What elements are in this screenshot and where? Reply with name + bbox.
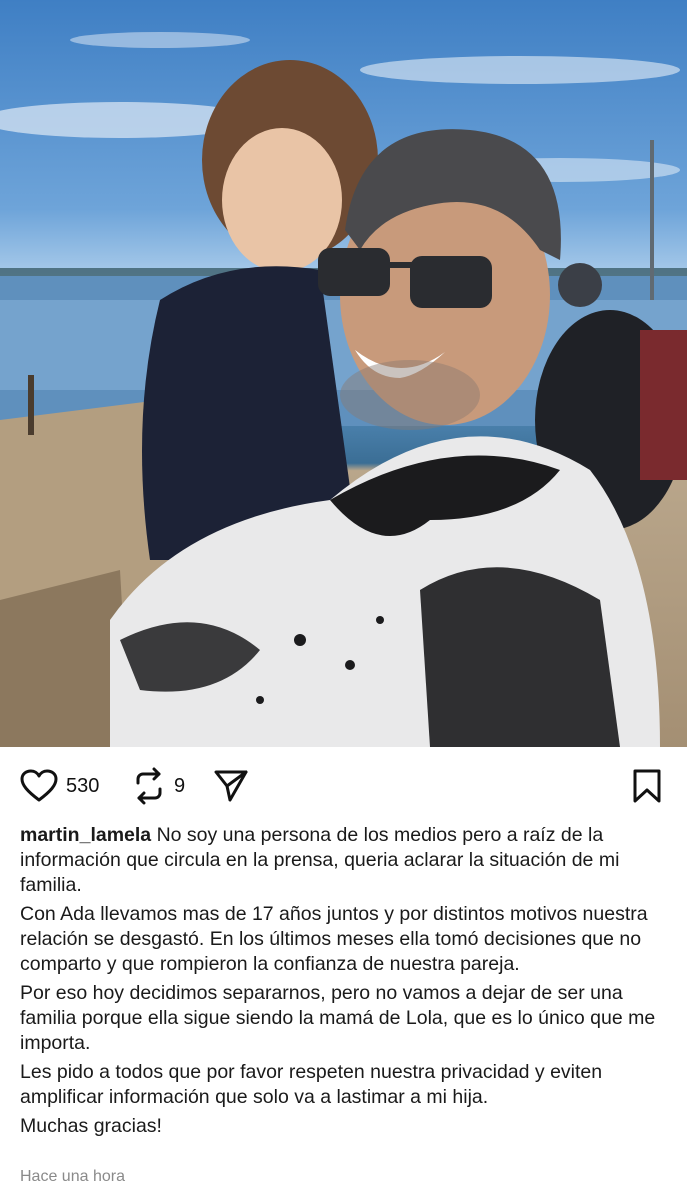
send-icon <box>214 770 248 802</box>
caption-paragraph: Les pido a todos que por favor respeten … <box>20 1061 603 1108</box>
post-caption: martin_lamela No soy una persona de los … <box>20 823 670 1143</box>
reposts-count: 9 <box>174 774 186 797</box>
post-photo[interactable] <box>0 0 687 747</box>
photo-illustration <box>0 32 687 747</box>
caption-paragraph: Muchas gracias! <box>20 1115 162 1137</box>
post-actions-bar: 530 9 <box>0 747 687 827</box>
like-button[interactable]: 530 <box>20 769 99 803</box>
share-button[interactable] <box>213 769 249 803</box>
bookmark-icon <box>633 769 661 803</box>
caption-paragraph: Por eso hoy decidimos separarnos, pero n… <box>20 982 656 1054</box>
save-button[interactable] <box>632 768 662 804</box>
caption-paragraph: martin_lamela No soy una persona de los … <box>20 823 670 898</box>
caption-username[interactable]: martin_lamela <box>20 824 151 846</box>
caption-paragraph: Con Ada llevamos mas de 17 años juntos y… <box>20 903 648 975</box>
post-timestamp: Hace una hora <box>20 1168 125 1185</box>
repost-icon <box>136 767 162 805</box>
repost-button[interactable]: 9 <box>132 767 185 805</box>
heart-icon <box>20 769 58 802</box>
likes-count: 530 <box>66 774 100 797</box>
